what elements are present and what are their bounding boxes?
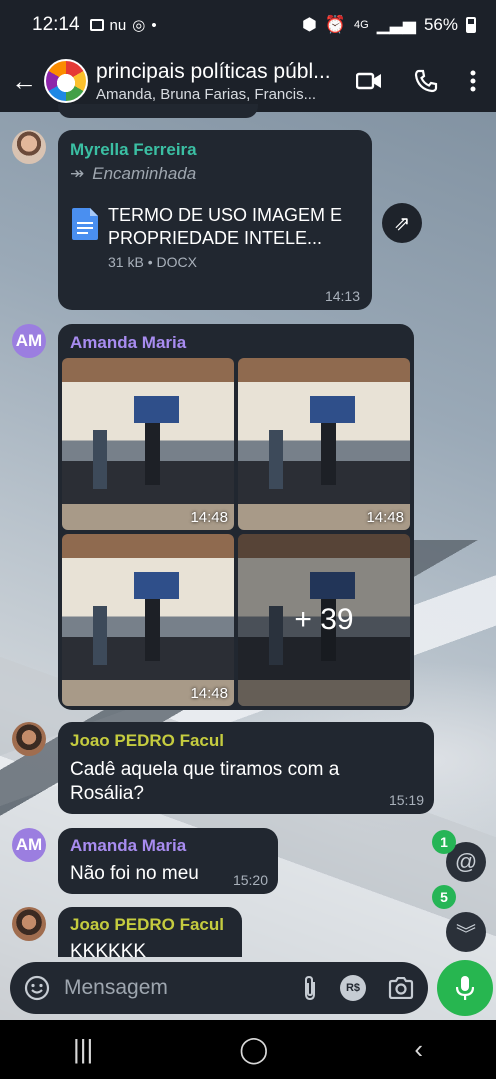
photo-time: 14:48 — [190, 685, 228, 702]
header-actions — [356, 69, 496, 93]
document-file[interactable]: TERMO DE USO IMAGEM E PROPRIEDADE INTELE… — [70, 200, 362, 280]
avatar[interactable] — [12, 722, 46, 756]
forwarded-row: ↠ Encaminhada — [70, 164, 196, 184]
status-right: ⬢ ⏰ 4G ▁▃▅ 56% — [302, 15, 476, 35]
system-nav-bar: ||| ◯ ‹ — [0, 1020, 496, 1079]
instagram-icon: ◎ — [132, 17, 146, 34]
avatar[interactable]: AM — [12, 324, 46, 358]
video-call-icon[interactable] — [356, 71, 382, 91]
emoji-icon[interactable] — [24, 975, 50, 1001]
album-photo[interactable]: 14:48 — [238, 358, 410, 530]
photo-time: 14:48 — [190, 509, 228, 526]
notification-icons: nu ◎ • — [89, 16, 157, 34]
chat-header: ← principais políticas públ... Amanda, B… — [0, 50, 496, 112]
nu-icon: nu — [109, 16, 127, 34]
album-photo[interactable]: 14:48 — [62, 358, 234, 530]
message-text[interactable]: Joao PEDRO Facul KKKKKK — [58, 907, 242, 957]
message-body: Não foi no meu — [70, 863, 199, 884]
document-name: TERMO DE USO IMAGEM E PROPRIEDADE INTELE… — [108, 205, 343, 248]
voice-record-button[interactable] — [437, 960, 493, 1016]
sender-name[interactable]: Joao PEDRO Facul — [70, 915, 224, 935]
payment-icon[interactable]: R$ — [340, 975, 366, 1001]
message-input[interactable] — [64, 976, 264, 1000]
battery-text: 56% — [423, 15, 458, 34]
document-meta: 31 kB • DOCX — [108, 254, 197, 270]
group-avatar[interactable] — [44, 59, 88, 103]
attach-icon[interactable] — [302, 975, 318, 1001]
at-sign-icon: @ — [454, 849, 478, 874]
camera-icon[interactable] — [388, 977, 414, 999]
battery-icon — [466, 17, 476, 33]
photo-time: 14:48 — [366, 509, 404, 526]
message-time: 15:19 — [388, 792, 424, 808]
scroll-down-button[interactable]: ︾ — [446, 912, 486, 952]
voice-call-icon[interactable] — [414, 69, 438, 93]
forward-icon: ↠ — [70, 164, 85, 183]
message-text[interactable]: Joao PEDRO Facul Cadê aquela que tiramos… — [58, 722, 434, 814]
message-time: 14:13 — [324, 288, 360, 304]
avatar[interactable] — [12, 907, 46, 941]
alarm-icon: ⏰ — [324, 15, 347, 34]
composer-actions: R$ — [302, 975, 414, 1001]
share-button[interactable]: ⇗ — [382, 203, 422, 243]
status-time: 12:14 — [32, 14, 80, 35]
message-text[interactable]: Amanda Maria Não foi no meu 15:20 — [58, 828, 278, 894]
album-photo[interactable]: 14:48 — [62, 534, 234, 706]
dot-icon: • — [151, 16, 157, 34]
forwarded-label: Encaminhada — [92, 164, 197, 183]
group-info[interactable]: principais políticas públ... Amanda, Bru… — [96, 60, 336, 103]
more-options-icon[interactable] — [470, 70, 476, 92]
status-bar: 12:14 nu ◎ • ⬢ ⏰ 4G ▁▃▅ 56% — [0, 0, 496, 50]
previous-message-edge — [58, 104, 258, 118]
album-photo[interactable]: + 39 — [238, 534, 410, 706]
sender-name[interactable]: Myrella Ferreira — [70, 140, 197, 160]
avatar[interactable]: AM — [12, 828, 46, 862]
double-chevron-down-icon: ︾ — [456, 923, 476, 946]
chat-screen: 12:14 nu ◎ • ⬢ ⏰ 4G ▁▃▅ 56% ← principais… — [0, 0, 496, 1079]
more-photos-count: + 39 — [238, 534, 410, 706]
lock-icon: ⬢ — [302, 15, 317, 34]
sender-name[interactable]: Amanda Maria — [70, 333, 186, 353]
back-arrow-icon[interactable]: ← — [4, 66, 44, 97]
signal-icon: ▁▃▅ — [376, 15, 416, 34]
sender-name[interactable]: Joao PEDRO Facul — [70, 731, 224, 751]
microphone-icon — [456, 976, 474, 1000]
message-time: 15:20 — [232, 872, 268, 888]
share-arrow-icon: ⇗ — [393, 212, 411, 235]
avatar[interactable] — [12, 130, 46, 164]
unread-badge: 5 — [432, 885, 456, 909]
sender-name[interactable]: Amanda Maria — [70, 836, 186, 856]
network-type: 4G — [354, 19, 369, 31]
back-nav-icon[interactable]: ‹ — [414, 1034, 423, 1065]
message-document[interactable]: Myrella Ferreira ↠ Encaminhada TERMO DE … — [58, 130, 372, 310]
gallery-icon — [89, 19, 104, 31]
message-composer: R$ — [10, 962, 428, 1014]
mentions-badge: 1 — [432, 830, 456, 854]
home-icon[interactable]: ◯ — [239, 1034, 268, 1065]
message-body: KKKKKK — [70, 941, 147, 957]
recents-icon[interactable]: ||| — [73, 1034, 93, 1065]
group-members: Amanda, Bruna Farias, Francis... — [96, 85, 317, 103]
message-album[interactable]: Amanda Maria 14:48 14:48 14:48 + 39 — [58, 324, 414, 710]
document-icon — [72, 208, 98, 240]
group-title: principais políticas públ... — [96, 59, 331, 83]
message-body: Cadê aquela que tiramos com a Rosália? — [70, 759, 340, 804]
